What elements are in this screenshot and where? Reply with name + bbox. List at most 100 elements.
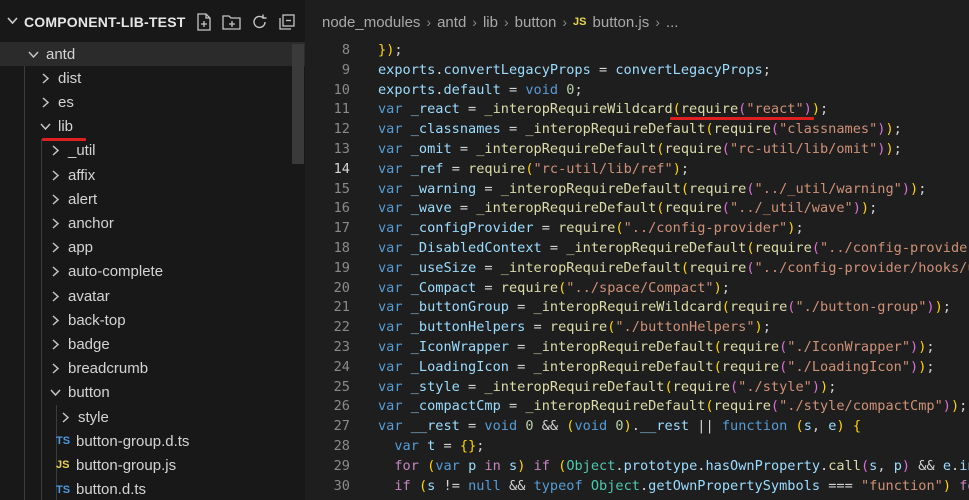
code-line[interactable]: 13 var _omit = _interopRequireDefault(req… (306, 139, 969, 159)
code-text[interactable]: var _omit = _interopRequireDefault(requi… (378, 139, 902, 159)
code-text[interactable]: var _buttonGroup = _interopRequireWildca… (378, 297, 951, 317)
tree-item-label: affix (68, 166, 96, 184)
chevron-right-icon[interactable] (46, 169, 64, 181)
chevron-right-icon[interactable] (46, 363, 64, 374)
tree-file-button-group.d.ts[interactable]: TS button-group.d.ts (0, 429, 305, 453)
chevron-right-icon[interactable] (46, 339, 64, 350)
code-line[interactable]: 27 var __rest = void 0 && (void 0).__rest… (306, 416, 969, 436)
annotation-underline (670, 117, 814, 120)
chevron-right-icon[interactable] (46, 194, 64, 205)
tree-folder-alert[interactable]: alert (0, 187, 305, 211)
line-number: 20 (333, 279, 350, 296)
code-line[interactable]: 17 var _configProvider = require("../conf… (306, 218, 969, 238)
code-line[interactable]: 8}); (306, 40, 969, 60)
tree-folder-style[interactable]: style (0, 405, 305, 429)
code-text[interactable]: exports.convertLegacyProps = convertLega… (378, 60, 771, 80)
tree-folder-dist[interactable]: dist (0, 66, 305, 90)
chevron-right-icon[interactable] (56, 411, 74, 423)
code-text[interactable]: var _LoadingIcon = _interopRequireDefaul… (378, 357, 935, 377)
code-text[interactable]: var __rest = void 0 && (void 0).__rest |… (378, 416, 861, 436)
breadcrumb-item[interactable]: button (515, 14, 557, 31)
line-number: 11 (333, 101, 350, 118)
tree-folder-app[interactable]: app (0, 236, 305, 260)
tree-item-label: style (78, 408, 109, 426)
breadcrumb-file[interactable]: button.js (593, 14, 650, 31)
breadcrumb-more[interactable]: ... (666, 14, 679, 31)
tree-folder-affix[interactable]: affix (0, 163, 305, 187)
code-text[interactable]: var _ref = require("rc-util/lib/ref"); (378, 159, 689, 179)
code-text[interactable]: var _classnames = _interopRequireDefault… (378, 119, 902, 139)
chevron-right-icon[interactable] (46, 290, 64, 302)
tree-folder-es[interactable]: es (0, 90, 305, 114)
code-text[interactable]: var _Compact = require("../space/Compact… (378, 278, 730, 298)
code-text[interactable]: var _configProvider = require("../config… (378, 218, 804, 238)
code-line[interactable]: 19 var _useSize = _interopRequireDefault(… (306, 258, 969, 278)
chevron-right-icon[interactable] (46, 266, 64, 277)
code-line[interactable]: 14 var _ref = require("rc-util/lib/ref"); (306, 159, 969, 179)
code-line[interactable]: 29 for (var p in s) if (Object.prototype… (306, 456, 969, 476)
code-text[interactable]: }); (378, 40, 403, 60)
code-text[interactable]: var _warning = _interopRequireDefault(re… (378, 179, 926, 199)
tree-folder-back-top[interactable]: back-top (0, 308, 305, 332)
code-line[interactable]: 22 var _buttonHelpers = require("./button… (306, 317, 969, 337)
breadcrumb-item[interactable]: antd (437, 14, 466, 31)
code-text[interactable]: for (var p in s) if (Object.prototype.ha… (378, 456, 969, 476)
breadcrumb-item[interactable]: node_modules (322, 14, 420, 31)
line-number: 26 (333, 398, 350, 415)
code-line[interactable]: 24 var _LoadingIcon = _interopRequireDefa… (306, 357, 969, 377)
tree-folder-button[interactable]: button (0, 381, 305, 405)
chevron-down-icon[interactable] (24, 49, 42, 60)
code-text[interactable]: var _useSize = _interopRequireDefault(re… (378, 258, 969, 278)
code-text[interactable]: var t = {}; (378, 436, 484, 456)
code-editor[interactable]: node_modules › antd › lib › button › JS … (306, 0, 969, 500)
breadcrumb-item[interactable]: lib (483, 14, 498, 31)
line-number: 28 (333, 438, 350, 454)
code-text[interactable]: var _wave = _interopRequireDefault(requi… (378, 198, 877, 218)
code-text[interactable]: var _DisabledContext = _interopRequireDe… (378, 238, 969, 258)
tree-folder-avatar[interactable]: avatar (0, 284, 305, 308)
code-line[interactable]: 10 exports.default = void 0; (306, 80, 969, 100)
tree-item-label: back-top (68, 311, 126, 329)
line-number: 23 (333, 339, 350, 355)
code-line[interactable]: 26 var _compactCmp = _interopRequireDefau… (306, 396, 969, 416)
tree-folder-breadcrumb[interactable]: breadcrumb (0, 357, 305, 381)
line-number: 18 (333, 240, 350, 256)
code-text[interactable]: var _compactCmp = _interopRequireDefault… (378, 396, 967, 416)
code-text[interactable]: var _buttonHelpers = require("./buttonHe… (378, 317, 771, 337)
tree-folder-lib[interactable]: lib (0, 115, 305, 139)
line-number: 29 (333, 457, 350, 474)
code-line[interactable]: 9 exports.convertLegacyProps = convertLeg… (306, 60, 969, 80)
code-line[interactable]: 21 var _buttonGroup = _interopRequireWild… (306, 297, 969, 317)
code-line[interactable]: 20 var _Compact = require("../space/Compa… (306, 278, 969, 298)
code-line[interactable]: 23 var _IconWrapper = _interopRequireDefa… (306, 337, 969, 357)
tree-file-button.d.ts[interactable]: TS button.d.ts (0, 478, 305, 500)
chevron-right-icon[interactable] (46, 218, 64, 229)
code-line[interactable]: 25 var _style = _interopRequireDefault(re… (306, 377, 969, 397)
code-line[interactable]: 11 var _react = _interopRequireWildcard(r… (306, 99, 969, 119)
chevron-down-icon[interactable] (36, 121, 54, 132)
chevron-right-icon[interactable] (36, 97, 54, 108)
code-line[interactable]: 16 var _wave = _interopRequireDefault(req… (306, 198, 969, 218)
chevron-right-icon[interactable] (46, 315, 64, 326)
code-line[interactable]: 28 var t = {}; (306, 436, 969, 456)
chevron-right-icon[interactable] (36, 73, 54, 84)
sidebar-scrollbar[interactable] (292, 44, 304, 164)
chevron-down-icon[interactable] (46, 387, 64, 398)
tree-folder-badge[interactable]: badge (0, 332, 305, 356)
chevron-right-icon[interactable] (46, 242, 64, 253)
tree-folder-anchor[interactable]: anchor (0, 211, 305, 235)
code-text[interactable]: var _style = _interopRequireDefault(requ… (378, 377, 836, 397)
code-text[interactable]: var _IconWrapper = _interopRequireDefaul… (378, 337, 935, 357)
code-text[interactable]: exports.default = void 0; (378, 80, 583, 100)
tree-folder-_util[interactable]: _util (0, 139, 305, 163)
tree-folder-auto-complete[interactable]: auto-complete (0, 260, 305, 284)
code-line[interactable]: 18 var _DisabledContext = _interopRequire… (306, 238, 969, 258)
tree-file-button-group.js[interactable]: JS button-group.js (0, 453, 305, 477)
code-line[interactable]: 15 var _warning = _interopRequireDefault(… (306, 179, 969, 199)
code-text[interactable]: if (s != null && typeof Object.getOwnPro… (378, 476, 969, 496)
code-line[interactable]: 12 var _classnames = _interopRequireDefau… (306, 119, 969, 139)
code-line[interactable]: 30 if (s != null && typeof Object.getOwn… (306, 476, 969, 496)
tree-folder-antd[interactable]: antd (0, 42, 305, 66)
chevron-right-icon[interactable] (46, 145, 64, 156)
tree-item-label: breadcrumb (68, 360, 149, 378)
